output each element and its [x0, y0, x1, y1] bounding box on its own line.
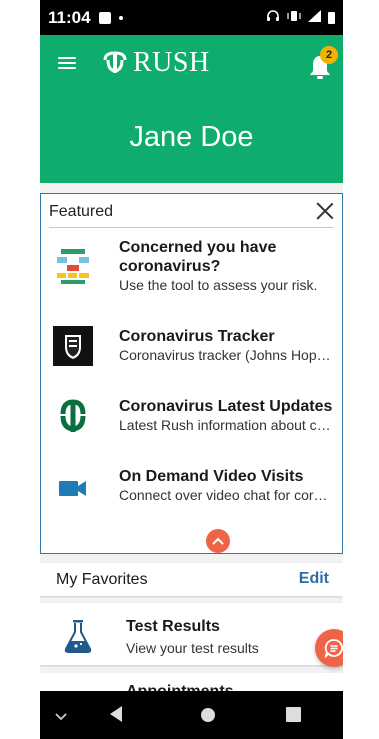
- chevron-up-icon: [212, 537, 224, 545]
- favorite-item-title: Test Results: [126, 618, 220, 635]
- collapse-button[interactable]: [206, 529, 230, 553]
- featured-item-title: Coronavirus Latest Updates: [119, 398, 333, 415]
- hamburger-menu-icon[interactable]: [58, 57, 76, 69]
- featured-item-subtitle: Use the tool to assess your risk.: [119, 277, 318, 293]
- dot-icon: [118, 15, 123, 20]
- chevron-down-icon[interactable]: [54, 709, 68, 727]
- notifications-button[interactable]: 2: [307, 46, 338, 81]
- image-icon: [98, 11, 111, 24]
- lte-signal-icon: [308, 9, 322, 27]
- edit-favorites-button[interactable]: Edit: [299, 570, 329, 588]
- status-time: 11:04: [48, 7, 91, 27]
- featured-title: Featured: [49, 203, 114, 220]
- featured-item-assess-risk[interactable]: Concerned you have coronavirus? Use the …: [41, 234, 342, 304]
- flask-icon: [64, 620, 92, 653]
- headphones-icon: [266, 10, 280, 25]
- notification-count-badge: 2: [320, 46, 338, 64]
- featured-item-title: On Demand Video Visits: [119, 468, 304, 485]
- featured-item-video-visits[interactable]: On Demand Video Visits Connect over vide…: [41, 460, 342, 515]
- featured-header: Featured: [49, 200, 334, 228]
- system-navigation-bar: [40, 691, 343, 739]
- video-camera-icon: [59, 481, 86, 496]
- featured-item-title: Coronavirus Tracker: [119, 328, 275, 345]
- rush-logo-icon: [103, 51, 127, 73]
- rush-logo: RUSH: [102, 47, 210, 79]
- favorite-item-subtitle: View your test results: [126, 640, 259, 656]
- johns-hopkins-shield-icon: [53, 326, 93, 366]
- chat-bubble-icon: [324, 639, 343, 658]
- phone-screen: 11:04 RUSH 2 Jane Doe Featured Concerned…: [40, 0, 343, 739]
- featured-item-subtitle: Coronavirus tracker (Johns Hopkins): [119, 347, 334, 363]
- battery-icon: [328, 11, 335, 24]
- featured-item-subtitle: Latest Rush information about coronaviru…: [119, 417, 334, 433]
- featured-panel: Featured Concerned you have coronavirus?…: [40, 193, 343, 554]
- favorites-header: My Favorites Edit: [40, 563, 343, 596]
- app-header: RUSH 2 Jane Doe: [40, 35, 343, 183]
- brand-name: RUSH: [133, 47, 210, 78]
- home-icon[interactable]: [200, 707, 216, 728]
- vibrate-icon: [286, 9, 302, 27]
- back-icon[interactable]: [108, 705, 124, 728]
- status-bar: 11:04: [40, 0, 343, 35]
- featured-item-latest-updates[interactable]: Coronavirus Latest Updates Latest Rush i…: [41, 390, 342, 445]
- rush-logo-icon: [60, 399, 86, 432]
- user-name: Jane Doe: [129, 121, 254, 153]
- close-icon[interactable]: [316, 202, 334, 220]
- featured-item-tracker[interactable]: Coronavirus Tracker Coronavirus tracker …: [41, 320, 342, 375]
- recents-icon[interactable]: [286, 707, 301, 727]
- featured-item-title: Concerned you have coronavirus?: [119, 239, 277, 275]
- featured-item-subtitle: Connect over video chat for coronavirus: [119, 487, 334, 503]
- flowchart-icon: [57, 249, 89, 284]
- favorites-title: My Favorites: [56, 571, 148, 588]
- favorite-item-test-results[interactable]: Test Results View your test results: [40, 603, 343, 665]
